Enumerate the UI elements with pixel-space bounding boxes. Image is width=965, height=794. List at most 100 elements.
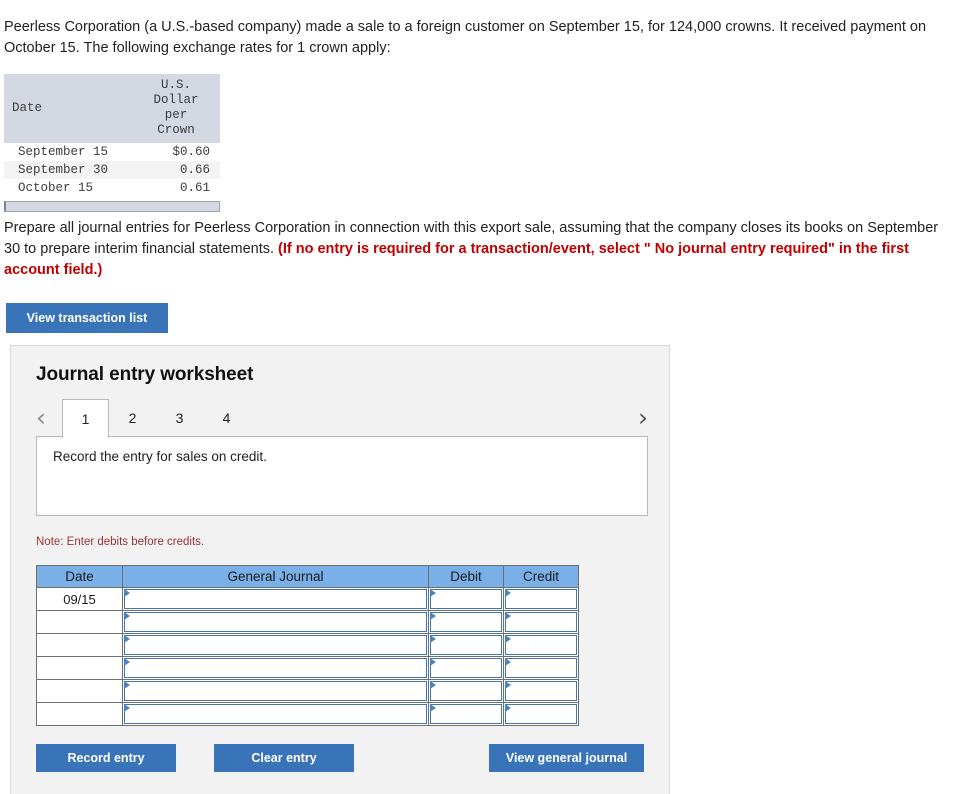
journal-credit-cell[interactable] [503, 656, 579, 680]
journal-credit-cell[interactable] [503, 587, 579, 611]
rate-row-date: September 15 [18, 145, 109, 159]
journal-header-debit: Debit [428, 565, 504, 588]
journal-date-cell[interactable] [36, 633, 123, 657]
journal-account-input[interactable] [124, 658, 427, 678]
tab-2[interactable]: 2 [109, 399, 156, 437]
rate-row-date: October 15 [18, 181, 94, 195]
tab-1[interactable]: 1 [62, 399, 109, 438]
journal-credit-input[interactable] [505, 704, 577, 724]
journal-date-cell[interactable] [36, 656, 123, 680]
journal-credit-input[interactable] [505, 589, 577, 609]
journal-account-input[interactable] [124, 704, 427, 724]
journal-debit-input[interactable] [430, 704, 502, 724]
exchange-rate-tbody: September 15 $0.60 September 30 0.66 Oct… [4, 143, 220, 197]
journal-account-cell[interactable] [122, 610, 429, 634]
clear-entry-button[interactable]: Clear entry [214, 744, 354, 772]
journal-debit-input[interactable] [430, 681, 502, 701]
journal-debit-input[interactable] [430, 658, 502, 678]
rate-row-value: $0.60 [172, 145, 210, 159]
journal-header-general-journal: General Journal [122, 565, 429, 588]
rate-header-line-1: U.S. [160, 78, 191, 92]
journal-header-credit: Credit [503, 565, 579, 588]
exchange-rate-horizontal-scrollbar[interactable] [4, 201, 220, 212]
table-row: October 15 0.61 [4, 179, 220, 197]
journal-debit-cell[interactable] [428, 633, 504, 657]
journal-header-row: Date General Journal Debit Credit [36, 565, 579, 588]
journal-date-cell[interactable]: 09/15 [36, 587, 123, 611]
journal-thead: Date General Journal Debit Credit [36, 565, 579, 588]
dropdown-triangle-icon [124, 612, 130, 620]
journal-debit-cell[interactable] [428, 587, 504, 611]
table-row: September 15 $0.60 [4, 143, 220, 161]
journal-date-cell[interactable] [36, 610, 123, 634]
rate-header-line-3: per [164, 108, 188, 122]
journal-credit-input[interactable] [505, 612, 577, 632]
table-row [36, 610, 579, 634]
journal-debit-input[interactable] [430, 635, 502, 655]
table-row: September 30 0.66 [4, 161, 220, 179]
journal-credit-input[interactable] [505, 658, 577, 678]
worksheet-description-box: Record the entry for sales on credit. [36, 436, 648, 516]
journal-date-cell[interactable] [36, 702, 123, 726]
dropdown-triangle-icon [505, 658, 511, 666]
journal-debit-cell[interactable] [428, 702, 504, 726]
journal-credit-input[interactable] [505, 635, 577, 655]
worksheet-tabstrip: ‹ 1234 › [36, 399, 648, 438]
journal-debit-input[interactable] [430, 612, 502, 632]
journal-entry-table: Date General Journal Debit Credit 09/15 [36, 565, 579, 726]
dropdown-triangle-icon [505, 589, 511, 597]
dropdown-triangle-icon [124, 589, 130, 597]
view-general-journal-button[interactable]: View general journal [489, 744, 644, 772]
tab-3[interactable]: 3 [156, 399, 203, 437]
journal-date-cell[interactable] [36, 679, 123, 703]
journal-account-input[interactable] [124, 635, 427, 655]
journal-account-cell[interactable] [122, 633, 429, 657]
intro-paragraph: Peerless Corporation (a U.S.-based compa… [4, 19, 927, 56]
worksheet-tabs: 1234 [62, 399, 250, 438]
journal-credit-input[interactable] [505, 681, 577, 701]
journal-credit-cell[interactable] [503, 633, 579, 657]
journal-credit-cell[interactable] [503, 610, 579, 634]
journal-account-input[interactable] [124, 612, 427, 632]
journal-debit-cell[interactable] [428, 610, 504, 634]
dropdown-triangle-icon [430, 681, 436, 689]
dropdown-triangle-icon [124, 681, 130, 689]
dropdown-triangle-icon [124, 704, 130, 712]
record-entry-button[interactable]: Record entry [36, 744, 176, 772]
journal-account-cell[interactable] [122, 679, 429, 703]
dropdown-triangle-icon [505, 635, 511, 643]
journal-account-cell[interactable] [122, 656, 429, 680]
journal-credit-cell[interactable] [503, 702, 579, 726]
exchange-rate-header-rate: U.S. Dollar per Crown [132, 74, 220, 143]
journal-debit-input[interactable] [430, 589, 502, 609]
dropdown-triangle-icon [430, 704, 436, 712]
table-row: 09/15 [36, 587, 579, 611]
debits-before-credits-note: Note: Enter debits before credits. [36, 536, 205, 548]
table-row [36, 679, 579, 703]
dropdown-triangle-icon [124, 635, 130, 643]
rate-row-value: 0.61 [179, 181, 210, 195]
exchange-rate-table-wrapper: Date U.S. Dollar per Crown September 15 … [4, 74, 220, 212]
tab-4[interactable]: 4 [203, 399, 250, 437]
dropdown-triangle-icon [430, 612, 436, 620]
journal-account-cell[interactable] [122, 702, 429, 726]
exchange-rate-header-date: Date [4, 74, 132, 143]
chevron-left-icon[interactable]: ‹ [36, 405, 46, 430]
journal-account-input[interactable] [124, 589, 427, 609]
journal-entry-worksheet-panel: Journal entry worksheet ‹ 1234 › Record … [10, 345, 670, 794]
chevron-right-icon[interactable]: › [638, 405, 648, 430]
dropdown-triangle-icon [505, 704, 511, 712]
journal-account-cell[interactable] [122, 587, 429, 611]
journal-debit-cell[interactable] [428, 656, 504, 680]
dropdown-triangle-icon [430, 635, 436, 643]
rate-header-line-2: Dollar [153, 93, 199, 107]
journal-credit-cell[interactable] [503, 679, 579, 703]
view-transaction-list-button[interactable]: View transaction list [6, 303, 168, 333]
journal-table-wrapper: Date General Journal Debit Credit 09/15 [36, 565, 579, 726]
dropdown-triangle-icon [505, 681, 511, 689]
page-root: Peerless Corporation (a U.S.-based compa… [0, 0, 965, 794]
exchange-rate-table: Date U.S. Dollar per Crown September 15 … [4, 74, 220, 197]
journal-debit-cell[interactable] [428, 679, 504, 703]
journal-account-input[interactable] [124, 681, 427, 701]
rate-header-line-4: Crown [157, 123, 195, 137]
